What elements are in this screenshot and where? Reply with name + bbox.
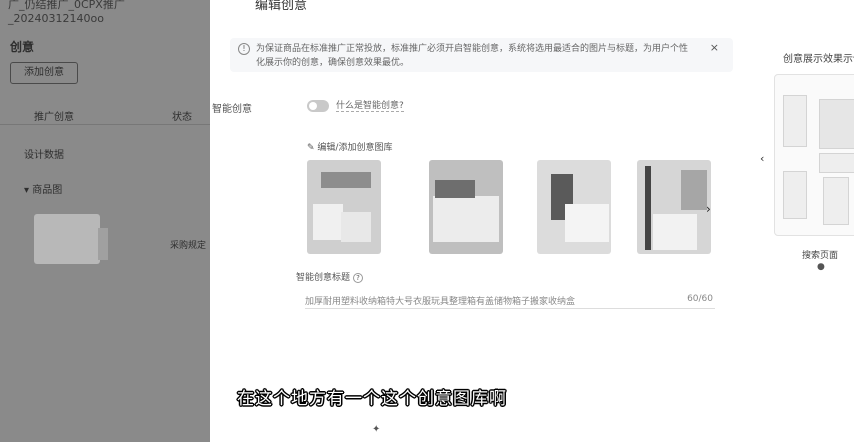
row-procurement: 采购规定 (170, 241, 207, 251)
section-title: 创意 (10, 40, 35, 54)
smart-creative-toggle[interactable] (307, 100, 329, 112)
col-creative: 推广创意 (34, 112, 74, 123)
chevron-left-icon[interactable]: ‹ (760, 152, 764, 165)
chevron-right-icon[interactable]: › (706, 202, 711, 216)
preview-pager-dot[interactable]: ● (817, 262, 825, 272)
preview-tile (819, 153, 854, 173)
smart-creative-label: 智能创意 (212, 104, 252, 115)
product-thumbnail (34, 214, 100, 264)
pencil-icon: ✎ (307, 143, 315, 153)
notice-text: 为保证商品在标准推广正常投放，标准推广必须开启智能创意，系统将选用最适合的图片与… (256, 44, 689, 68)
gallery-image-1[interactable] (307, 160, 381, 254)
preview-tile (819, 99, 854, 149)
preview-card (774, 74, 854, 236)
smart-title-label: 智能创意标题? (296, 270, 364, 283)
row-product-image[interactable]: ▾ 商品图 (24, 181, 62, 196)
preview-tile (783, 95, 807, 147)
table-header: 推广创意 状态 (0, 102, 210, 125)
preview-tile (783, 171, 807, 219)
background-page: 广_仍结推广_0CPX推广_20240312140oo 创意 添加创意 推广创意… (0, 0, 210, 442)
watermark-icon: ✦ (372, 424, 381, 435)
preview-title: 创意展示效果示例 (783, 54, 854, 65)
title-char-count: 60/60 (687, 294, 713, 304)
close-icon[interactable]: × (710, 41, 719, 55)
campaign-breadcrumb: 广_仍结推广_0CPX推广_20240312140oo (8, 0, 125, 25)
add-creative-button[interactable]: 添加创意 (10, 62, 78, 84)
gallery-image-4[interactable] (637, 160, 711, 254)
video-subtitle: 在这个地方有一个这个创意图库啊 (237, 389, 507, 409)
info-icon: ! (238, 43, 250, 55)
row-design-data[interactable]: 设计数据 (24, 146, 64, 161)
smart-title-label-text: 智能创意标题 (296, 273, 351, 283)
edit-gallery-link[interactable]: ✎ 编辑/添加创意图库 (307, 140, 392, 153)
row-product-image-label: 商品图 (32, 185, 63, 196)
product-thumbnail-secondary (98, 228, 108, 260)
gallery-image-3[interactable] (537, 160, 611, 254)
what-is-smart-link[interactable]: 什么是智能创意? (336, 98, 404, 112)
drawer-title: 编辑创意 (255, 0, 308, 13)
help-icon[interactable]: ? (353, 273, 364, 283)
edit-creative-drawer: 编辑创意 ! 为保证商品在标准推广正常投放，标准推广必须开启智能创意，系统将选用… (210, 0, 854, 442)
preview-label: 搜索页面 (802, 251, 839, 261)
title-input[interactable]: 加厚耐用塑料收纳箱特大号衣服玩具整理箱有盖储物箱子搬家收纳盒 60/60 (305, 290, 715, 309)
col-status: 状态 (172, 112, 192, 123)
preview-tile (823, 177, 849, 225)
gallery-image-2[interactable] (429, 160, 503, 254)
title-input-value: 加厚耐用塑料收纳箱特大号衣服玩具整理箱有盖储物箱子搬家收纳盒 (305, 297, 576, 307)
notice-banner: ! 为保证商品在标准推广正常投放，标准推广必须开启智能创意，系统将选用最适合的图… (230, 38, 733, 72)
edit-gallery-label: 编辑/添加创意图库 (317, 143, 393, 153)
